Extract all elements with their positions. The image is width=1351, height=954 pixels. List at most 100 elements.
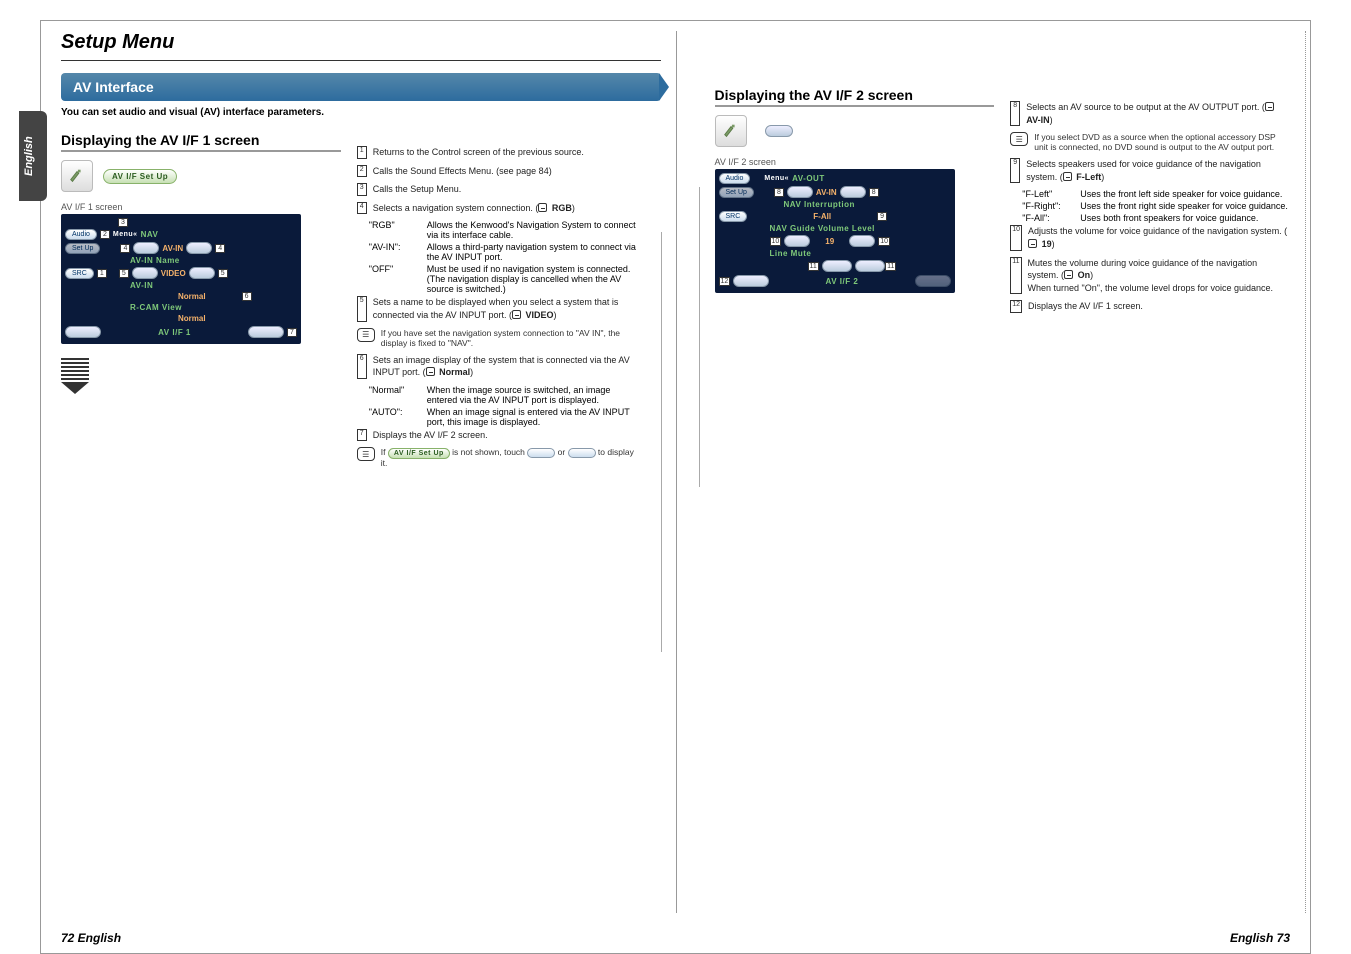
- item-3: 3Calls the Setup Menu.: [357, 183, 637, 196]
- note-icon: ☰: [357, 447, 375, 461]
- ui-left-arrow[interactable]: [133, 242, 159, 254]
- ui-avin-value-2: AV-IN: [816, 188, 837, 197]
- ui-right-arrow-4[interactable]: [849, 235, 875, 247]
- footnote-left: ☰ If AV I/F Set Up is not shown, touch o…: [357, 447, 637, 468]
- ui-on-button[interactable]: [822, 260, 852, 272]
- ui-line-mute-label: Line Mute: [770, 249, 812, 258]
- note-icon: ☰: [357, 328, 375, 342]
- ui-next-page-2[interactable]: [915, 275, 951, 287]
- item-2: 2Calls the Sound Effects Menu. (see page…: [357, 165, 637, 178]
- item-11: 11Mutes the volume during voice guidance…: [1010, 257, 1290, 295]
- device-icon: [61, 160, 93, 192]
- manual-page: English Setup Menu AV Interface You can …: [40, 20, 1311, 954]
- ui-video-value: VIDEO: [161, 269, 186, 278]
- ui-left-arrow-2[interactable]: [132, 267, 158, 279]
- callout-4: 4: [120, 244, 130, 253]
- ui-footer-2: AV I/F 2: [772, 277, 911, 286]
- device-icon: [715, 115, 747, 147]
- disk-icon: [512, 310, 521, 319]
- ui-setup-button[interactable]: Set Up: [65, 243, 100, 254]
- item-6-opt-auto: "AUTO":When an image signal is entered v…: [369, 407, 637, 427]
- ui-left-arrow-4[interactable]: [784, 235, 810, 247]
- item-9-opt-fright: "F-Right":Uses the front right side spea…: [1022, 201, 1290, 211]
- ui-normal-2: Normal: [178, 314, 206, 323]
- item-9-opt-fall: "F-All":Uses both front speakers for voi…: [1022, 213, 1290, 223]
- ui-avin-name-label: AV-IN Name: [130, 256, 180, 265]
- ui-right-arrow-2[interactable]: [189, 267, 215, 279]
- item-8: 8Selects an AV source to be output at th…: [1010, 101, 1290, 126]
- av-if-2-screen: Audio Menu« AV-OUT Set Up 8 AV-IN: [715, 169, 955, 293]
- callout-12: 12: [719, 277, 731, 286]
- down-pill-icon: [568, 448, 596, 458]
- ui-nav-label: NAV: [141, 230, 159, 239]
- right-arrow-pill[interactable]: [765, 125, 793, 137]
- title-underline: [61, 60, 661, 61]
- item-9-opt-fleft: "F-Left"Uses the front left side speaker…: [1022, 189, 1290, 199]
- disk-icon: [1265, 102, 1274, 111]
- ui-footer-1: AV I/F 1: [104, 328, 245, 337]
- ui-vol-value: 19: [813, 237, 846, 246]
- ui-avin2-label: AV-IN: [130, 281, 153, 290]
- item-1: 1Returns to the Control screen of the pr…: [357, 146, 637, 159]
- ui-prev-page-2[interactable]: [733, 275, 769, 287]
- ui-audio-button-2[interactable]: Audio: [719, 173, 751, 184]
- item-4-opt-avin: "AV-IN":Allows a third-party navigation …: [369, 242, 637, 262]
- screen-caption-1: AV I/F 1 screen: [61, 202, 341, 212]
- item-7: 7Displays the AV I/F 2 screen.: [357, 429, 637, 442]
- callout-1: 1: [97, 269, 107, 278]
- footnote-btn: AV I/F Set Up: [388, 448, 450, 459]
- note-icon: ☰: [1010, 132, 1028, 146]
- callout-8: 8: [774, 188, 784, 197]
- ui-menu-label-2: Menu«: [764, 175, 789, 182]
- callout-11b: 11: [885, 262, 896, 271]
- ui-src-button[interactable]: SRC: [65, 268, 94, 279]
- ui-next-page[interactable]: [248, 326, 284, 338]
- ui-menu-label: Menu«: [113, 231, 138, 238]
- callout-10: 10: [770, 237, 782, 246]
- item-5: 5Sets a name to be displayed when you se…: [357, 296, 637, 321]
- vertical-divider-right: [699, 187, 700, 487]
- device-button-row-2: [715, 115, 995, 147]
- disk-icon: [1063, 172, 1072, 181]
- av-if-1-screen: 3 Audio 2 Menu« NAV Set Up 4: [61, 214, 301, 344]
- item-12: 12Displays the AV I/F 1 screen.: [1010, 300, 1290, 313]
- av-if-setup-button[interactable]: AV I/F Set Up: [103, 169, 177, 184]
- footer-right: English 73: [1230, 931, 1290, 945]
- left-page: Setup Menu AV Interface You can set audi…: [61, 31, 676, 923]
- callout-10b: 10: [878, 237, 890, 246]
- up-pill-icon: [527, 448, 555, 458]
- item-10: 10Adjusts the volume for voice guidance …: [1010, 225, 1290, 250]
- subsection-heading-2: Displaying the AV I/F 2 screen: [715, 87, 995, 107]
- ui-right-arrow-3[interactable]: [840, 186, 866, 198]
- disk-icon: [1064, 270, 1073, 279]
- note-8: ☰If you select DVD as a source when the …: [1010, 132, 1290, 152]
- disk-icon: [538, 203, 547, 212]
- ui-left-arrow-3[interactable]: [787, 186, 813, 198]
- ui-setup-button-2[interactable]: Set Up: [719, 187, 754, 198]
- section-title-bar: AV Interface: [61, 73, 661, 101]
- ui-prev-page[interactable]: [65, 326, 101, 338]
- footer-left: 72 English: [61, 931, 121, 945]
- ui-right-arrow[interactable]: [186, 242, 212, 254]
- callout-4b: 4: [215, 244, 225, 253]
- ui-audio-button[interactable]: Audio: [65, 229, 97, 240]
- screen-caption-2: AV I/F 2 screen: [715, 157, 995, 167]
- ui-avout-label: AV-OUT: [792, 174, 825, 183]
- callout-11: 11: [808, 262, 819, 271]
- vertical-divider-left: [661, 232, 662, 652]
- callout-2: 2: [100, 230, 110, 239]
- ui-off-button[interactable]: [855, 260, 885, 272]
- item-4-opt-off: "OFF"Must be used if no navigation syste…: [369, 264, 637, 294]
- language-tab: English: [19, 111, 47, 201]
- note-5: ☰If you have set the navigation system c…: [357, 328, 637, 348]
- callout-8b: 8: [869, 188, 879, 197]
- section-description: You can set audio and visual (AV) interf…: [61, 107, 661, 118]
- ui-nav-int-label: NAV Interruption: [784, 200, 855, 209]
- ui-avin-value: AV-IN: [162, 244, 183, 253]
- callout-5b: 5: [218, 269, 228, 278]
- ui-src-button-2[interactable]: SRC: [719, 211, 748, 222]
- right-dotted-margin: [1304, 31, 1306, 913]
- item-9: 9Selects speakers used for voice guidanc…: [1010, 158, 1290, 183]
- callout-9: 9: [877, 212, 887, 221]
- callout-5: 5: [119, 269, 129, 278]
